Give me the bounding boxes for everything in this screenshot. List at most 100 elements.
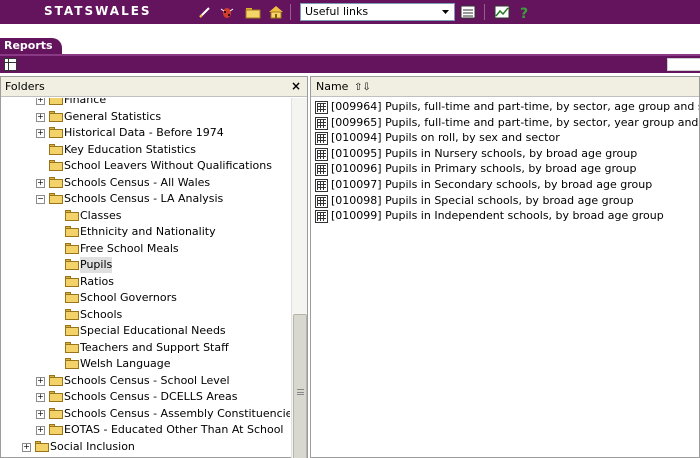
folder-icon (65, 243, 79, 254)
tree-item-label: Ratios (80, 275, 114, 288)
tree-item-label: Schools Census - School Level (64, 374, 230, 387)
tree-item-label: Schools Census - Assembly Constituencies (64, 407, 290, 420)
scrollbar-thumb[interactable] (293, 314, 307, 458)
tree-item[interactable]: School Leavers Without Qualifications (1, 158, 290, 174)
sort-arrows-icon[interactable]: ⇧⇩ (354, 82, 371, 93)
tree-item[interactable]: Special Educational Needs (1, 323, 290, 339)
svg-text:?: ? (520, 6, 528, 20)
folder-icon (65, 342, 79, 353)
name-column-label: Name (316, 80, 349, 93)
chevron-down-icon (438, 5, 453, 19)
tree-item[interactable]: + Schools Census - School Level (1, 373, 290, 389)
toolbar-search-input[interactable] (667, 58, 700, 71)
tree-item[interactable]: + Social Inclusion (1, 439, 290, 455)
tree-item[interactable]: + Finance (1, 98, 290, 108)
folder-icon (49, 408, 63, 419)
report-table-icon (315, 117, 328, 130)
table-view-icon[interactable] (4, 58, 17, 71)
folder-icon[interactable] (245, 4, 261, 20)
edit-icon[interactable] (197, 4, 213, 20)
tree-item-label: Classes (80, 209, 122, 222)
tree-item[interactable]: + Schools Census - All Wales (1, 175, 290, 191)
report-table-icon (315, 132, 328, 145)
tree-item[interactable]: Key Education Statistics (1, 142, 290, 158)
tree-item[interactable]: + Historical Data - Before 1974 (1, 125, 290, 141)
folder-icon (49, 144, 63, 155)
expand-icon[interactable]: + (36, 393, 45, 402)
tree-item[interactable]: + General Statistics (1, 109, 290, 125)
tree-item[interactable]: + Schools Census - Assembly Constituencie… (1, 406, 290, 422)
tree-item[interactable]: Schools (1, 307, 290, 323)
report-table-icon (315, 179, 328, 192)
go-icon[interactable] (460, 4, 476, 20)
tree-item-label: Schools Census - DCELLS Areas (64, 390, 238, 403)
tree-item-label: Pupils (80, 257, 113, 273)
tree-item[interactable]: − Schools Census - LA Analysis (1, 191, 290, 207)
folder-icon (49, 98, 63, 105)
tree-item[interactable]: Teachers and Support Staff (1, 340, 290, 356)
folders-header: Folders × (1, 77, 307, 97)
app-logo[interactable]: STATSWALES (44, 4, 152, 18)
folders-scrollbar[interactable] (291, 98, 307, 458)
tree-item-label: Ethnicity and Nationality (80, 225, 216, 238)
report-label: [009965] Pupils, full-time and part-time… (331, 116, 700, 129)
home-icon[interactable] (268, 4, 284, 20)
tree-item[interactable]: School Governors (1, 290, 290, 306)
tree-item[interactable]: Welsh Language (1, 356, 290, 372)
tree-item-label: Finance (64, 98, 107, 106)
tab-reports[interactable]: Reports (0, 38, 62, 55)
folder-icon (35, 441, 49, 452)
chart-icon[interactable] (494, 4, 510, 20)
folder-icon (65, 210, 79, 221)
tree-item-label: Key Education Statistics (64, 143, 196, 156)
report-label: [010095] Pupils in Nursery schools, by b… (331, 147, 638, 160)
tree-item[interactable]: + Schools Census - DCELLS Areas (1, 389, 290, 405)
tree-item-label: EOTAS - Educated Other Than At School (64, 423, 284, 436)
folder-icon (49, 424, 63, 435)
expand-icon[interactable]: + (36, 179, 45, 188)
expand-icon[interactable]: + (36, 113, 45, 122)
tab-row: Reports (0, 24, 700, 55)
folder-icon (65, 259, 79, 270)
report-table-icon (315, 210, 328, 223)
tree-item[interactable]: Pupils (1, 257, 290, 273)
tree-item[interactable]: Ethnicity and Nationality (1, 224, 290, 240)
toolbar-separator (290, 4, 291, 20)
tree-item-label: Schools Census - LA Analysis (64, 192, 224, 205)
report-table-icon (315, 163, 328, 176)
name-column-header[interactable]: Name ⇧⇩ (311, 77, 699, 97)
tree-item-label: School Governors (80, 291, 177, 304)
expand-icon[interactable]: + (36, 129, 45, 138)
expand-icon[interactable]: + (36, 426, 45, 435)
folder-icon (49, 375, 63, 386)
expand-icon[interactable]: + (36, 98, 45, 105)
expand-icon[interactable]: + (36, 377, 45, 386)
tree-item[interactable]: Ratios (1, 274, 290, 290)
report-label: [010096] Pupils in Primary schools, by b… (331, 162, 637, 175)
collapse-icon[interactable]: − (36, 195, 45, 204)
expand-icon[interactable]: + (36, 410, 45, 419)
expand-icon[interactable]: + (22, 443, 31, 452)
folders-pane: Folders × + Finance + General Statistics + Hi… (0, 76, 308, 458)
folder-icon (49, 193, 63, 204)
report-label: [010094] Pupils on roll, by sex and sect… (331, 131, 560, 144)
tree-item-label: Teachers and Support Staff (80, 341, 229, 354)
folder-icon (49, 160, 63, 171)
report-table-icon (315, 195, 328, 208)
folder-tree: + Finance + General Statistics + Historical D… (1, 98, 290, 458)
useful-links-select[interactable]: Useful links (300, 3, 455, 21)
tree-item[interactable]: Free School Meals (1, 241, 290, 257)
bug-icon[interactable] (219, 4, 235, 20)
report-label: [010098] Pupils in Special schools, by b… (331, 194, 634, 207)
tree-item-label: Welsh Language (80, 357, 171, 370)
help-icon[interactable]: ? (516, 4, 532, 20)
report-table-icon (315, 148, 328, 161)
reports-toolbar (0, 54, 700, 73)
close-icon[interactable]: × (291, 77, 301, 96)
folder-icon (65, 292, 79, 303)
tree-item[interactable]: Classes (1, 208, 290, 224)
report-label: [010099] Pupils in Independent schools, … (331, 209, 664, 222)
folder-icon (65, 358, 79, 369)
tree-item[interactable]: + EOTAS - Educated Other Than At School (1, 422, 290, 438)
reports-pane: Name ⇧⇩ [009964] Pupils, full-time and p… (310, 76, 700, 458)
